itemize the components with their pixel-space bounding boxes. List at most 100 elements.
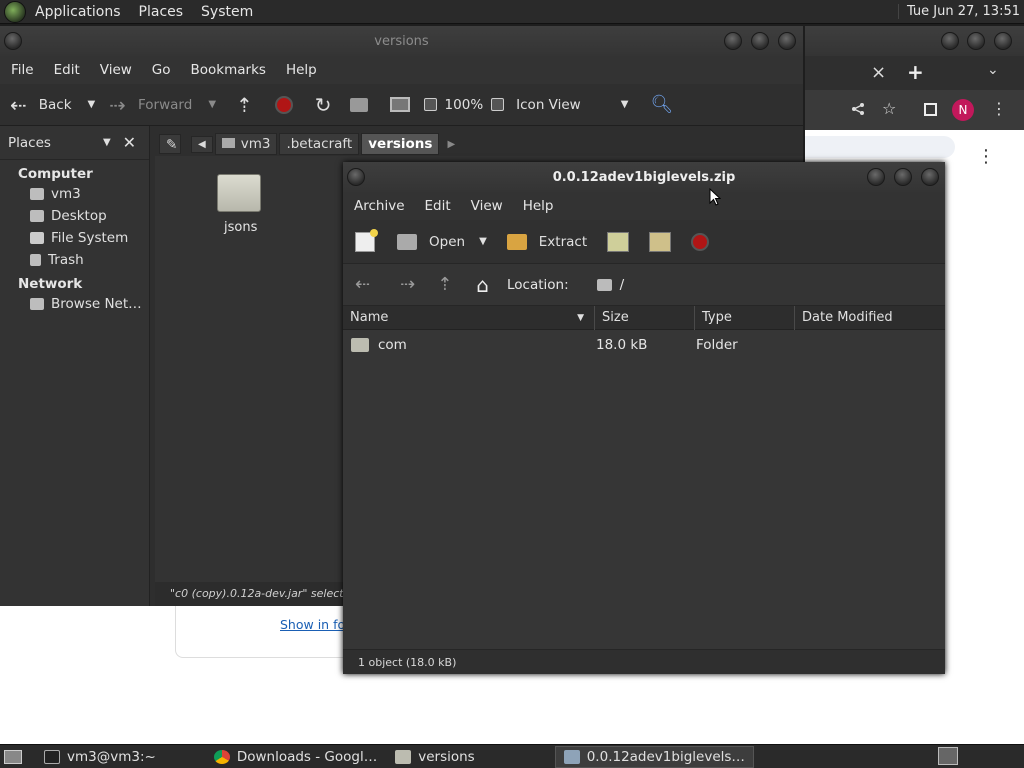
profile-avatar[interactable]: N [952, 99, 974, 121]
stop-icon[interactable] [691, 232, 710, 251]
show-in-folder-link[interactable]: Show in fol [280, 617, 349, 632]
breadcrumb-versions[interactable]: versions [361, 133, 440, 155]
forward-arrow-icon[interactable]: ⇢ [400, 274, 415, 295]
fm-menu-bookmarks[interactable]: Bookmarks [181, 62, 276, 78]
archive-icon [563, 749, 580, 764]
browser-menu-icon[interactable]: ⋮ [991, 99, 1007, 118]
archive-maximize-button[interactable] [894, 168, 912, 186]
close-tab-icon[interactable]: × [871, 62, 886, 83]
archive-minimize-button[interactable] [867, 168, 885, 186]
bookmark-star-icon[interactable]: ☆ [882, 99, 896, 118]
back-button[interactable]: ⇠ Back ▼ [10, 93, 95, 117]
ar-menu-archive[interactable]: Archive [344, 198, 415, 214]
search-icon[interactable]: 🔍︎ [650, 94, 673, 115]
file-manager-minimize-button[interactable] [724, 32, 742, 50]
sidebar-item-browse-network[interactable]: Browse Net… [0, 292, 149, 314]
archive-statusbar: 1 object (18.0 kB) [343, 649, 945, 674]
file-manager-titlebar[interactable]: versions [0, 26, 803, 56]
fm-menu-file[interactable]: File [1, 62, 44, 78]
column-name[interactable]: Name ▼ [343, 305, 595, 330]
sidebar-item-desktop[interactable]: Desktop [0, 204, 149, 226]
ar-menu-view[interactable]: View [461, 198, 513, 214]
mate-logo-icon[interactable] [4, 0, 26, 23]
show-desktop-icon[interactable] [4, 749, 22, 764]
add-folder-icon[interactable] [649, 231, 672, 252]
breadcrumb-betacraft[interactable]: .betacraft [279, 133, 360, 155]
menu-places[interactable]: Places [130, 4, 193, 20]
forward-dropdown-icon[interactable]: ▼ [208, 99, 216, 110]
sidebar-section-computer: Computer [18, 166, 93, 182]
extract-button[interactable]: Extract [506, 233, 587, 250]
ar-menu-help[interactable]: Help [513, 198, 564, 214]
new-archive-icon[interactable] [355, 228, 378, 252]
zoom-in-icon[interactable] [491, 98, 505, 111]
back-arrow-icon[interactable]: ⇠ [355, 274, 370, 295]
sidebar-type-select[interactable]: Places [8, 135, 51, 151]
downloads-more-icon[interactable]: ⋮ [977, 146, 995, 167]
sidebar-item-trash[interactable]: Trash [0, 248, 149, 270]
trash-icon [30, 254, 41, 266]
folder-icon[interactable] [217, 174, 261, 212]
browser-minimize-button[interactable] [941, 32, 959, 50]
breadcrumb-right-arrow[interactable]: ▶ [447, 139, 455, 150]
zoom-level[interactable]: 100% [445, 97, 484, 113]
reload-icon[interactable]: ↻ [315, 93, 332, 117]
add-files-icon[interactable] [607, 231, 630, 252]
file-manager-maximize-button[interactable] [751, 32, 769, 50]
back-dropdown-icon[interactable]: ▼ [88, 99, 96, 110]
zoom-out-icon[interactable] [423, 98, 437, 111]
file-label-jsons[interactable]: jsons [224, 220, 257, 235]
archive-window-menu-button[interactable] [347, 168, 365, 186]
column-size[interactable]: Size [595, 305, 695, 330]
home-folder-icon[interactable] [349, 97, 368, 112]
share-icon[interactable] [851, 102, 865, 116]
fm-menu-help[interactable]: Help [276, 62, 327, 78]
browser-close-button[interactable] [994, 32, 1012, 50]
open-button[interactable]: Open ▼ [397, 233, 487, 250]
file-manager-window-menu-button[interactable] [4, 32, 22, 50]
archive-close-button[interactable] [921, 168, 939, 186]
new-tab-icon[interactable]: + [907, 60, 924, 84]
location-toggle-icon[interactable]: ✎ [159, 134, 181, 154]
fm-menu-view[interactable]: View [90, 62, 142, 78]
home-icon [30, 188, 44, 200]
menu-applications[interactable]: Applications [26, 4, 130, 20]
open-dropdown-icon[interactable]: ▼ [479, 236, 487, 247]
fm-menu-edit[interactable]: Edit [44, 62, 90, 78]
taskbar-item-versions[interactable]: versions [387, 746, 482, 768]
forward-button[interactable]: ⇢ Forward ▼ [109, 93, 216, 117]
stop-icon[interactable] [274, 95, 293, 114]
file-manager-close-button[interactable] [778, 32, 796, 50]
taskbar-item-chrome[interactable]: Downloads - Googl… [206, 746, 385, 768]
taskbar-item-terminal[interactable]: vm3@vm3:~ [36, 746, 164, 768]
fm-menu-go[interactable]: Go [142, 62, 181, 78]
sidebar-item-vm3[interactable]: vm3 [0, 182, 149, 204]
sort-descending-icon: ▼ [577, 312, 584, 323]
home-icon[interactable]: ⌂ [476, 273, 489, 297]
archive-toolbar: Open ▼ Extract [343, 220, 945, 264]
sidebar-item-file-system[interactable]: File System [0, 226, 149, 248]
breadcrumb-vm3[interactable]: vm3 [214, 133, 278, 155]
archive-titlebar[interactable]: 0.0.12adev1biglevels.zip [343, 162, 945, 192]
sidebar-close-icon[interactable]: ✕ [123, 133, 136, 152]
browser-maximize-button[interactable] [967, 32, 985, 50]
column-type[interactable]: Type [695, 305, 795, 330]
clock[interactable]: Tue Jun 27, 13:51 [897, 4, 1020, 19]
ar-menu-edit[interactable]: Edit [415, 198, 461, 214]
view-mode-select[interactable]: Icon View ▼ [516, 97, 628, 113]
menu-system[interactable]: System [192, 4, 262, 20]
open-icon [397, 233, 417, 250]
computer-icon[interactable] [389, 97, 410, 112]
sidebar-dropdown-icon[interactable]: ▼ [103, 137, 111, 148]
breadcrumb-left-arrow[interactable]: ◀ [191, 135, 213, 153]
taskbar-item-archive[interactable]: 0.0.12adev1biglevels… [554, 745, 754, 768]
location-value[interactable]: / [620, 277, 625, 293]
side-panel-icon[interactable] [924, 103, 937, 116]
table-row[interactable]: com 18.0 kB Folder [343, 330, 945, 360]
bottom-panel: vm3@vm3:~ Downloads - Googl… versions 0.… [0, 744, 1024, 768]
up-arrow-icon[interactable]: ⇡ [236, 93, 253, 117]
workspace-switcher-icon[interactable] [938, 747, 958, 765]
up-arrow-icon[interactable]: ⇡ [437, 274, 452, 295]
column-date-modified[interactable]: Date Modified [795, 306, 943, 330]
chevron-down-icon[interactable]: ⌄ [987, 62, 999, 78]
